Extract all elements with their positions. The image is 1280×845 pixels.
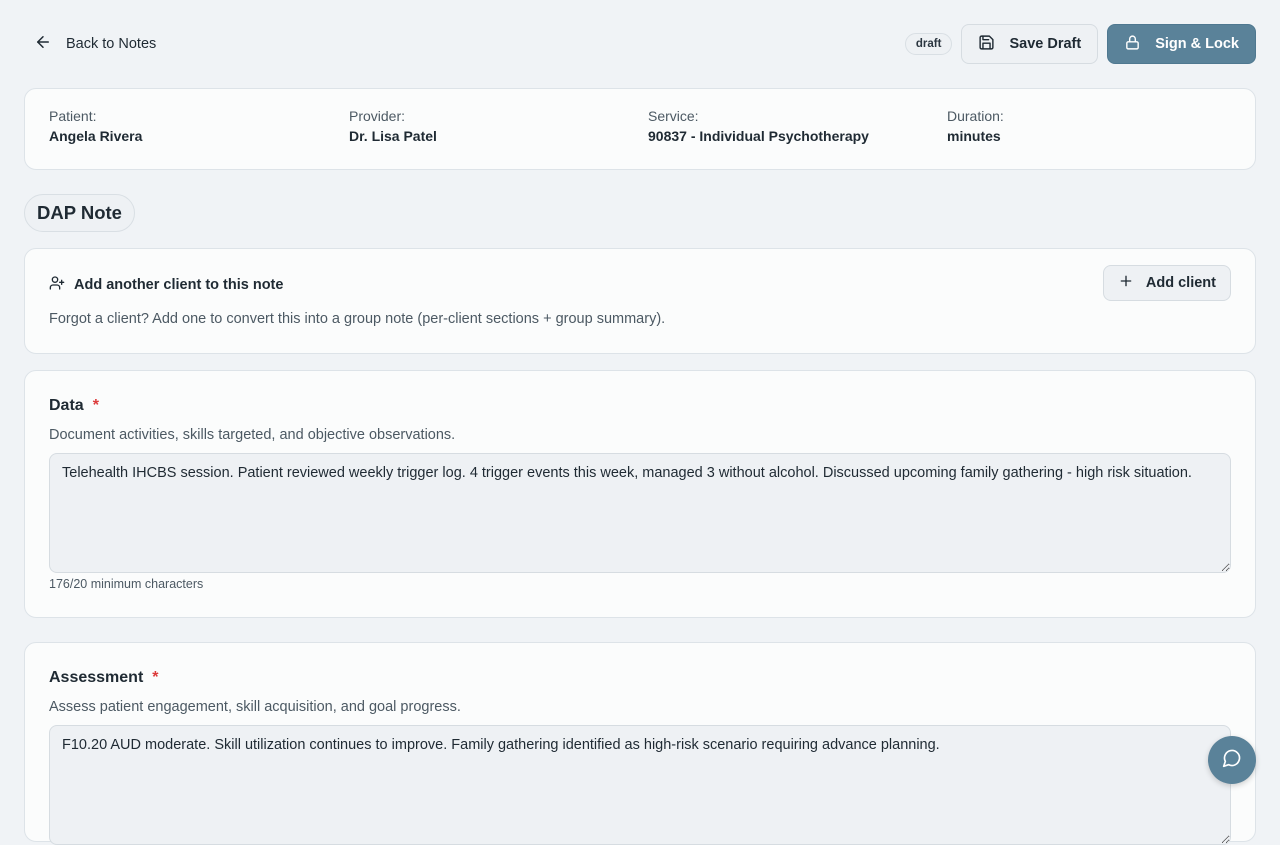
service-info: Service: 90837 - Individual Psychotherap… (648, 107, 869, 147)
required-indicator: * (92, 397, 99, 414)
user-plus-icon (49, 275, 65, 295)
assessment-textarea[interactable]: F10.20 AUD moderate. Skill utilization c… (49, 725, 1231, 845)
provider-info: Provider: Dr. Lisa Patel (349, 107, 437, 147)
data-title: Data (49, 397, 84, 414)
add-client-description: Forgot a client? Add one to convert this… (49, 311, 666, 327)
duration-label: Duration: (947, 108, 1004, 124)
patient-name: Angela Rivera (49, 128, 143, 144)
data-heading: Data * (49, 397, 99, 415)
back-label: Back to Notes (66, 36, 157, 52)
data-char-count: 176/20 minimum characters (49, 577, 204, 591)
save-draft-label: Save Draft (1009, 36, 1082, 52)
top-bar: Back to Notes draft Save Draft Sign & Lo… (0, 0, 1280, 88)
add-client-button[interactable]: Add client (1102, 265, 1231, 301)
patient-label: Patient: (49, 108, 97, 124)
lock-icon (1124, 34, 1141, 55)
back-to-notes-link[interactable]: Back to Notes (34, 32, 156, 56)
save-draft-button[interactable]: Save Draft (961, 24, 1099, 64)
plus-icon (1118, 273, 1134, 293)
add-client-heading: Add another client to this note (49, 275, 283, 295)
service-value: 90837 - Individual Psychotherapy (648, 128, 869, 144)
data-description: Document activities, skills targeted, an… (49, 427, 456, 443)
add-client-title: Add another client to this note (74, 277, 284, 293)
assessment-title: Assessment (49, 669, 144, 686)
assessment-heading: Assessment * (49, 669, 159, 687)
sign-lock-label: Sign & Lock (1155, 36, 1239, 52)
add-client-card: Add another client to this note Forgot a… (24, 248, 1256, 354)
arrow-left-icon (34, 33, 52, 55)
required-indicator: * (152, 669, 159, 686)
session-info-card: Patient: Angela Rivera Provider: Dr. Lis… (24, 88, 1256, 170)
header-actions: draft Save Draft Sign & Lock (904, 24, 1256, 64)
status-badge: draft (904, 33, 953, 55)
save-icon (978, 34, 995, 55)
provider-label: Provider: (349, 108, 406, 124)
chat-button[interactable] (1208, 736, 1256, 784)
duration-info: Duration: minutes (947, 107, 1004, 147)
duration-value: minutes (947, 128, 1001, 144)
service-label: Service: (648, 108, 699, 124)
assessment-description: Assess patient engagement, skill acquisi… (49, 699, 461, 715)
sign-lock-button[interactable]: Sign & Lock (1107, 24, 1256, 64)
patient-info: Patient: Angela Rivera (49, 107, 142, 147)
note-type-title: DAP Note (24, 194, 135, 232)
provider-name: Dr. Lisa Patel (349, 128, 437, 144)
assessment-section: Assessment * Assess patient engagement, … (24, 642, 1256, 845)
add-client-label: Add client (1145, 275, 1216, 291)
data-textarea[interactable]: Telehealth IHCBS session. Patient review… (49, 453, 1231, 573)
message-circle-icon (1222, 748, 1242, 773)
data-section: Data * Document activities, skills targe… (24, 370, 1256, 618)
